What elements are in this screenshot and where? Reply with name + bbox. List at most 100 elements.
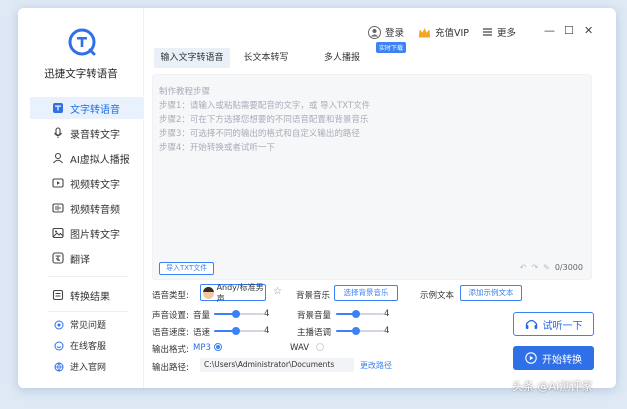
start-label: 开始转换 [542, 354, 582, 366]
change-path-link[interactable]: 更改路径 [360, 360, 392, 371]
sidebar-item-label: AI虚拟人播报 [70, 154, 130, 166]
play-icon [525, 352, 537, 364]
video-audio-icon [52, 203, 64, 213]
bg-volume-label: 背景音量 [297, 311, 332, 321]
char-counter: 0/3000 [554, 263, 583, 272]
sidebar-item-video-to-text[interactable]: 视频转文字 [30, 172, 144, 194]
sidebar-item-text-to-speech[interactable]: 文字转语音 [30, 97, 144, 119]
clear-icon[interactable]: ✎ [543, 263, 550, 272]
ai-avatar-icon [53, 152, 63, 164]
editor-guide-step: 步骤2：可在下方选择您想要的不同语音配置和背景音乐 [159, 115, 369, 125]
anchor-tone-slider-knob[interactable] [352, 327, 360, 335]
volume-slider[interactable] [214, 310, 264, 318]
sidebar-item-label: 视频转音频 [70, 204, 120, 216]
bg-music-label: 背景音乐 [296, 291, 331, 301]
sidebar-item-recording-to-text[interactable]: 录音转文字 [30, 122, 144, 144]
format-mp3-radio[interactable] [214, 343, 222, 351]
footer-link-support[interactable]: 在线客服 [54, 339, 106, 352]
listen-label: 试听一下 [542, 320, 583, 332]
editor-guide-step: 步骤4：开始转换或者试听一下 [159, 143, 275, 153]
tab-multi-speaker[interactable]: 多人播报 [314, 48, 370, 68]
select-bg-music-button[interactable]: 选择背景音乐 [334, 285, 398, 301]
maximize-button[interactable]: ☐ [564, 24, 574, 37]
volume-label: 音量 [193, 311, 211, 321]
login-label: 登录 [385, 28, 405, 39]
minimize-button[interactable]: — [544, 24, 555, 37]
speed-slider-knob[interactable] [232, 327, 240, 335]
vip-button[interactable]: 充值VIP [418, 25, 469, 39]
sidebar-item-translate[interactable]: 翻译 [30, 247, 144, 269]
sample-text-label: 示例文本 [420, 291, 455, 301]
footer-link-help[interactable]: 常见问题 [54, 318, 106, 331]
output-path-label: 输出路径: [152, 363, 189, 373]
sidebar-item-label: 图片转文字 [70, 229, 120, 241]
format-mp3-label[interactable]: MP3 [193, 343, 211, 353]
favorite-star-icon[interactable]: ☆ [273, 286, 282, 297]
output-path-field[interactable]: C:\Users\Administrator\Documents [200, 358, 354, 372]
voice-selector[interactable]: Andy/标准男声 [200, 282, 266, 303]
app-window: 迅捷文字转语音 文字转语音 录音转文字 AI虚拟人播报 视频转文字 视频转音频 … [18, 8, 616, 388]
sidebar-item-label: 文字转语音 [70, 104, 120, 116]
import-txt-button[interactable]: 导入TXT文件 [159, 262, 215, 275]
watermark: 头条 @AI测评家 [512, 380, 593, 393]
output-format-label: 输出格式: [152, 345, 189, 355]
recording-icon [54, 127, 62, 138]
app-title: 迅捷文字转语音 [44, 68, 118, 80]
sidebar-item-results[interactable]: 转换结果 [30, 284, 144, 306]
sound-settings-label: 声音设置: [152, 311, 189, 321]
tab-text-to-speech[interactable]: 输入文字转语音 [154, 48, 230, 68]
editor-guide-title: 制作教程步骤 [159, 87, 211, 97]
text-editor[interactable]: 制作教程步骤 步骤1：请输入或粘贴需要配音的文字，或 导入TXT文件 步骤2：可… [152, 74, 592, 280]
footer-link-label: 常见问题 [70, 321, 107, 331]
voice-type-label: 语音类型: [152, 291, 189, 301]
bg-volume-slider-knob[interactable] [352, 310, 360, 318]
speed-slider[interactable] [214, 327, 264, 335]
format-wav-label[interactable]: WAV [290, 343, 309, 353]
editor-guide-step: 步骤1：请输入或粘贴需要配音的文字，或 导入TXT文件 [159, 101, 371, 111]
sidebar-item-ai-avatar[interactable]: AI虚拟人播报 [30, 147, 144, 169]
video-icon [52, 178, 64, 188]
headphones-icon [525, 319, 537, 329]
redo-icon[interactable]: ↷ [531, 263, 538, 272]
bg-volume-slider[interactable] [336, 310, 384, 318]
voice-name: Andy/标准男声 [216, 282, 264, 303]
sidebar: 迅捷文字转语音 文字转语音 录音转文字 AI虚拟人播报 视频转文字 视频转音频 … [18, 8, 144, 388]
folder-icon [52, 289, 64, 301]
sidebar-item-label: 录音转文字 [70, 129, 120, 141]
volume-value: 4 [264, 309, 270, 319]
user-icon [368, 25, 381, 39]
undo-icon[interactable]: ↶ [520, 263, 527, 272]
text-to-speech-icon [53, 103, 63, 113]
sidebar-divider [48, 311, 128, 312]
anchor-tone-slider[interactable] [336, 327, 384, 335]
image-icon [52, 227, 64, 239]
add-sample-text-button[interactable]: 添加示例文本 [460, 285, 522, 301]
crown-icon [419, 27, 430, 37]
sidebar-item-image-to-text[interactable]: 图片转文字 [30, 222, 144, 244]
vip-label: 充值VIP [435, 28, 470, 39]
speed-label: 语速 [193, 328, 211, 338]
footer-link-website[interactable]: 进入官网 [54, 360, 106, 373]
sidebar-divider [48, 276, 128, 277]
translate-icon [52, 252, 64, 264]
volume-slider-knob[interactable] [232, 310, 240, 318]
anchor-tone-value: 4 [384, 326, 390, 336]
help-icon [54, 320, 64, 329]
listen-button[interactable]: 试听一下 [513, 312, 594, 336]
close-button[interactable]: ✕ [584, 24, 593, 37]
tab-long-text[interactable]: 长文本转写 [236, 48, 296, 68]
more-button[interactable]: 更多 [482, 25, 516, 39]
bg-volume-value: 4 [384, 309, 390, 319]
start-convert-button[interactable]: 开始转换 [513, 346, 594, 370]
sidebar-item-video-to-audio[interactable]: 视频转音频 [30, 197, 144, 219]
format-wav-radio[interactable] [316, 343, 324, 351]
sidebar-item-label: 转换结果 [70, 291, 110, 303]
app-logo-icon [68, 28, 96, 56]
editor-controls: ↶ ↷ ✎ 0/3000 [515, 263, 583, 272]
tab-badge: 实时下载 [376, 42, 407, 53]
login-button[interactable]: 登录 [368, 25, 404, 39]
sidebar-item-label: 翻译 [70, 254, 90, 266]
anchor-tone-label: 主播语调 [297, 328, 332, 338]
footer-link-label: 在线客服 [70, 342, 107, 352]
more-label: 更多 [497, 28, 517, 39]
